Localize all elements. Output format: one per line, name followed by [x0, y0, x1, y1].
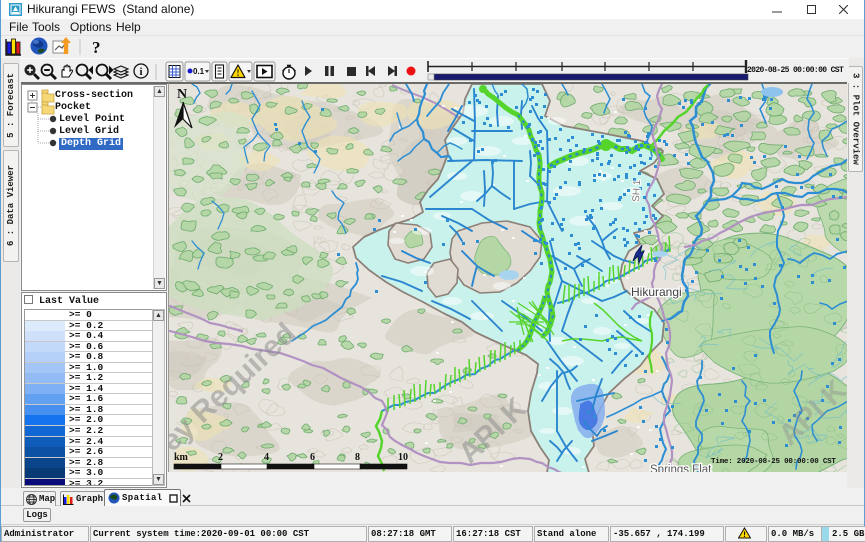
svg-text:8: 8 [355, 452, 360, 463]
svg-text:0.1: 0.1 [193, 67, 205, 76]
svg-text:10: 10 [398, 452, 408, 463]
svg-text:Springs Flat: Springs Flat [650, 464, 712, 472]
svg-text:km: km [174, 452, 189, 463]
svg-text:Hikurangi: Hikurangi [631, 285, 682, 299]
svg-text:!: ! [237, 68, 240, 78]
svg-text:i: i [139, 66, 142, 78]
svg-text:6: 6 [310, 452, 315, 463]
svg-text:!: ! [742, 531, 747, 539]
svg-text:SH 1: SH 1 [631, 179, 643, 202]
svg-text:2: 2 [218, 452, 223, 463]
svg-text:4: 4 [264, 452, 269, 463]
svg-text:?: ? [92, 38, 101, 57]
svg-text:N: N [177, 87, 187, 102]
svg-text:Time: 2020-08-25 00:00:00 CST: Time: 2020-08-25 00:00:00 CST [711, 458, 836, 466]
